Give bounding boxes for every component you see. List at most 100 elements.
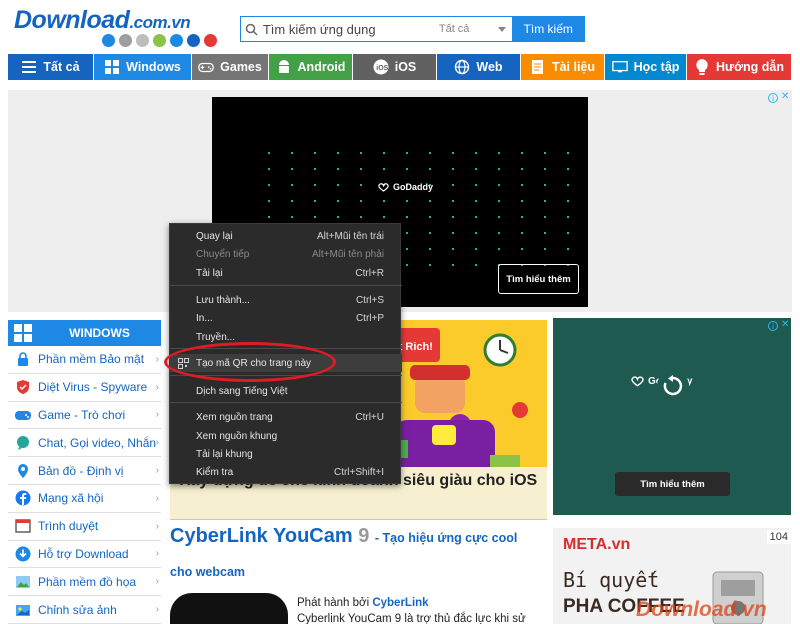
nav-item-tài-liệu[interactable]: Tài liệu xyxy=(521,54,605,80)
grid-dot xyxy=(429,248,431,250)
close-ad-right-icon[interactable]: ✕ xyxy=(781,319,789,330)
svg-text:iOS: iOS xyxy=(376,65,388,72)
learn-more-right-button[interactable]: Tìm hiểu thêm xyxy=(615,472,730,496)
android-icon xyxy=(276,59,292,75)
nav-item-ios[interactable]: iOS iOS xyxy=(353,54,437,80)
menu-separator xyxy=(170,285,402,286)
menu-item[interactable]: Quay lại Alt+Mũi tên trái xyxy=(170,227,402,245)
app-icon[interactable] xyxy=(170,593,288,624)
grid-dot xyxy=(567,200,569,202)
grid-dot xyxy=(406,168,408,170)
grid-dot xyxy=(337,184,339,186)
sidebar-item[interactable]: Chat, Gọi video, Nhắn › xyxy=(8,429,161,458)
article-subtitle-b[interactable]: cho webcam xyxy=(170,565,245,579)
graphics-icon xyxy=(8,574,38,590)
menu-item[interactable]: Xem nguồn trang Ctrl+U xyxy=(170,408,402,426)
sidebar-item[interactable]: Phần mềm Bảo mật › xyxy=(8,346,161,374)
nav-item-games[interactable]: Games xyxy=(192,54,269,80)
menu-item-shortcut: Ctrl+S xyxy=(355,294,384,306)
search-button[interactable]: Tìm kiếm xyxy=(512,17,584,41)
search-input[interactable] xyxy=(262,17,431,41)
sidebar-item[interactable]: Phần mềm đồ họa › xyxy=(8,568,161,597)
menu-item[interactable]: Dịch sang Tiếng Việt xyxy=(170,382,402,400)
grid-dot xyxy=(429,216,431,218)
adchoices-icon-right[interactable]: i xyxy=(768,321,778,331)
grid-dot xyxy=(452,248,454,250)
gamepad-icon xyxy=(8,409,38,421)
grid-dot xyxy=(429,200,431,202)
browser-icon xyxy=(8,518,38,534)
publisher-line: Phát hành bởi CyberLink xyxy=(297,597,429,609)
learn-more-button[interactable]: Tìm hiểu thêm xyxy=(498,264,579,294)
replay-icon[interactable] xyxy=(657,370,689,402)
nav-item-hướng-dẫn[interactable]: Hướng dẫn xyxy=(687,54,792,80)
nav-item-học-tập[interactable]: Học tập xyxy=(605,54,687,80)
grid-dot xyxy=(406,216,408,218)
article-title[interactable]: CyberLink YouCam xyxy=(170,525,353,547)
nav-label: Android xyxy=(297,60,346,74)
grid-dot xyxy=(406,152,408,154)
grid-dot xyxy=(337,200,339,202)
menu-item[interactable]: Tải lại Ctrl+R xyxy=(170,264,402,282)
grid-dot xyxy=(429,232,431,234)
grid-dot xyxy=(406,264,408,266)
grid-dot xyxy=(337,216,339,218)
facebook-icon xyxy=(8,490,38,506)
grid-dot xyxy=(360,168,362,170)
grid-dot xyxy=(314,184,316,186)
nav-item-android[interactable]: Android xyxy=(269,54,353,80)
site-logo[interactable]: Download.com.vn xyxy=(14,6,217,48)
sidebar-item-label: Diệt Virus - Spyware xyxy=(38,380,148,395)
map-icon xyxy=(8,463,38,479)
search-filter-dropdown[interactable]: Tất cả xyxy=(431,17,513,41)
chevron-right-icon: › xyxy=(155,604,159,616)
sidebar-item-label: Phần mềm đồ họa xyxy=(38,574,137,589)
chevron-right-icon: › xyxy=(155,548,159,560)
sidebar-item[interactable]: Hỗ trợ Download › xyxy=(8,541,161,569)
menu-item[interactable]: Lưu thành... Ctrl+S xyxy=(170,291,402,309)
menu-item-label: Dịch sang Tiếng Việt xyxy=(196,385,288,397)
grid-dot xyxy=(314,200,316,202)
chevron-down-icon xyxy=(498,23,507,35)
search-filter-label: Tất cả xyxy=(438,23,470,35)
publisher-link[interactable]: CyberLink xyxy=(372,597,428,609)
menu-item[interactable]: Xem nguồn khung xyxy=(170,427,402,445)
sidebar-item[interactable]: Chỉnh sửa ảnh › xyxy=(8,596,161,624)
grid-dot xyxy=(406,248,408,250)
meta-brand: META.vn xyxy=(563,536,631,553)
grid-dot xyxy=(521,152,523,154)
menu-item[interactable]: Kiểm tra Ctrl+Shift+I xyxy=(170,463,402,481)
sidebar-item-label: Game - Trò chơi xyxy=(38,407,126,422)
nav-item-tất-cả[interactable]: Tất cả xyxy=(8,54,94,80)
article-heading[interactable]: CyberLink YouCam 9 - Tạo hiệu ứng cực co… xyxy=(170,525,550,548)
article-description: Cyberlink YouCam 9 là trợ thủ đắc lực kh… xyxy=(297,613,526,624)
menu-item[interactable]: In... Ctrl+P xyxy=(170,309,402,327)
logo-dot xyxy=(170,34,183,47)
grid-dot xyxy=(544,248,546,250)
article-subtitle-a[interactable]: - Tạo hiệu ứng cực cool xyxy=(375,531,517,545)
logo-dot xyxy=(153,34,166,47)
grid-dot xyxy=(521,168,523,170)
sidebar-item[interactable]: Bản đồ - Định vị › xyxy=(8,457,161,485)
sidebar-header[interactable]: WINDOWS xyxy=(8,320,161,346)
nav-item-windows[interactable]: Windows xyxy=(94,54,192,80)
nav-label: Tài liệu xyxy=(551,60,596,74)
sidebar-item[interactable]: Game - Trò chơi › xyxy=(8,402,161,430)
adchoices-icon[interactable]: i xyxy=(768,93,778,103)
nav-label: Games xyxy=(220,60,262,74)
grid-dot xyxy=(498,248,500,250)
menu-item-label: Chuyển tiếp xyxy=(196,248,250,260)
nav-label: Web xyxy=(476,60,503,74)
grid-dot xyxy=(498,200,500,202)
menu-item-label: In... xyxy=(196,312,213,324)
sidebar-item[interactable]: Trình duyệt › xyxy=(8,513,161,541)
close-ad-icon[interactable]: ✕ xyxy=(781,91,789,102)
grid-dot xyxy=(268,152,270,154)
nav-item-web[interactable]: Web xyxy=(437,54,521,80)
grid-dot xyxy=(360,184,362,186)
sidebar-item[interactable]: Diệt Virus - Spyware › xyxy=(8,374,161,402)
grid-dot xyxy=(452,232,454,234)
sidebar-item[interactable]: Mạng xã hội › xyxy=(8,485,161,513)
menu-item[interactable]: Tải lại khung xyxy=(170,445,402,463)
grid-dot xyxy=(406,200,408,202)
